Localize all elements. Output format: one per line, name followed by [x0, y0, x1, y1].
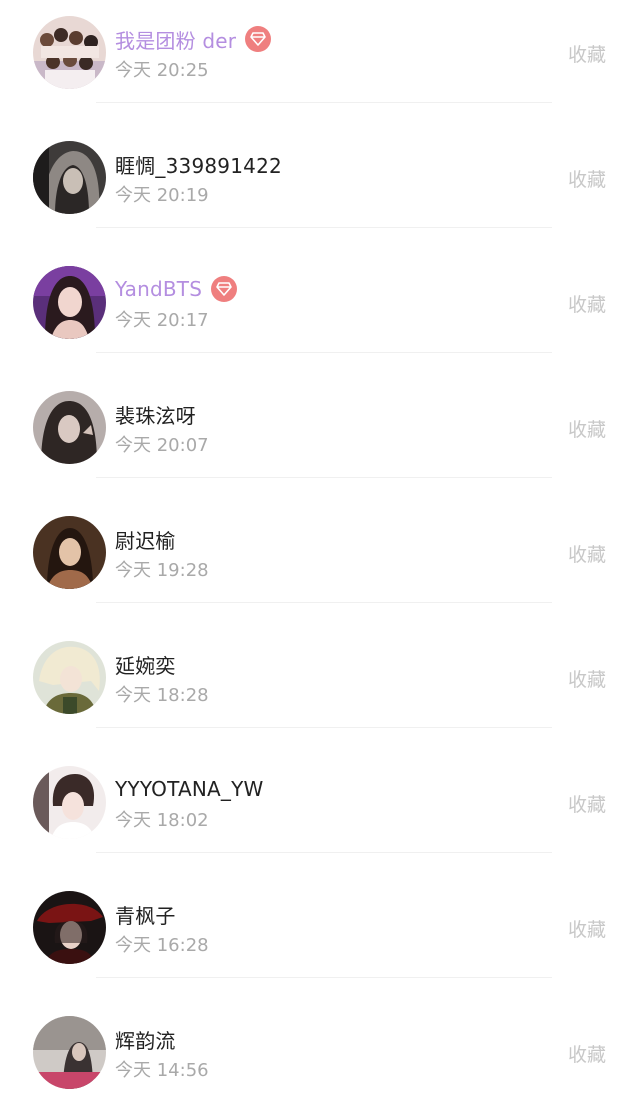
user-name-line: 尉迟榆	[115, 524, 176, 554]
avatar[interactable]	[33, 641, 106, 714]
list-item[interactable]: YYYOTANA_YW 今天 18:02 收藏	[0, 728, 640, 853]
avatar-image	[33, 266, 106, 339]
avatar[interactable]	[33, 766, 106, 839]
list-item[interactable]: 延婉奕 今天 18:28 收藏	[0, 603, 640, 728]
vip-diamond-icon	[245, 26, 272, 52]
follow-time: 今天 16:28	[115, 935, 209, 956]
favorite-button[interactable]: 收藏	[568, 1040, 606, 1067]
user-name-line: 裴珠泫呀	[115, 399, 196, 429]
user-name[interactable]: 尉迟榆	[115, 525, 176, 554]
favorite-button[interactable]: 收藏	[568, 40, 606, 67]
user-name-line: 我是团粉 der	[115, 24, 272, 54]
avatar-image	[33, 141, 106, 214]
follow-time: 今天 20:19	[115, 185, 209, 206]
avatar[interactable]	[33, 141, 106, 214]
user-name[interactable]: 延婉奕	[115, 650, 176, 679]
user-name[interactable]: YandBTS	[115, 277, 202, 301]
follow-time: 今天 19:28	[115, 560, 209, 581]
favorite-button[interactable]: 收藏	[568, 915, 606, 942]
avatar-image	[33, 641, 106, 714]
follow-time: 今天 20:25	[115, 60, 209, 81]
avatar-image	[33, 891, 106, 964]
avatar-image	[33, 766, 106, 839]
user-name-line: 睚惆_339891422	[115, 149, 282, 179]
favorite-button[interactable]: 收藏	[568, 415, 606, 442]
avatar[interactable]	[33, 1016, 106, 1089]
user-name[interactable]: 辉韵流	[115, 1025, 176, 1054]
avatar[interactable]	[33, 391, 106, 464]
avatar[interactable]	[33, 891, 106, 964]
avatar[interactable]	[33, 516, 106, 589]
favorite-button[interactable]: 收藏	[568, 665, 606, 692]
user-name-line: 青枫子	[115, 899, 176, 929]
avatar-image	[33, 16, 106, 89]
list-item[interactable]: YandBTS 今天 20:17 收藏	[0, 228, 640, 353]
user-name[interactable]: 裴珠泫呀	[115, 400, 196, 429]
user-name[interactable]: 睚惆_339891422	[115, 150, 282, 179]
user-name-line: 延婉奕	[115, 649, 176, 679]
list-item[interactable]: 尉迟榆 今天 19:28 收藏	[0, 478, 640, 603]
user-name-line: YandBTS	[115, 274, 238, 304]
follow-time: 今天 18:28	[115, 685, 209, 706]
follower-list: 我是团粉 der 今天 20:25 收藏 睚惆_339891422 今天 20:…	[0, 0, 640, 1091]
avatar-image	[33, 1016, 106, 1089]
favorite-button[interactable]: 收藏	[568, 540, 606, 567]
user-name-line: 辉韵流	[115, 1024, 176, 1054]
favorite-button[interactable]: 收藏	[568, 165, 606, 192]
follow-time: 今天 18:02	[115, 810, 209, 831]
follow-time: 今天 14:56	[115, 1060, 209, 1081]
user-name[interactable]: YYYOTANA_YW	[115, 777, 263, 801]
vip-diamond-icon	[211, 276, 238, 302]
follow-time: 今天 20:17	[115, 310, 209, 331]
user-name[interactable]: 青枫子	[115, 900, 176, 929]
user-name[interactable]: 我是团粉 der	[115, 25, 236, 54]
favorite-button[interactable]: 收藏	[568, 290, 606, 317]
follow-time: 今天 20:07	[115, 435, 209, 456]
avatar[interactable]	[33, 266, 106, 339]
list-item[interactable]: 我是团粉 der 今天 20:25 收藏	[0, 0, 640, 103]
avatar-image	[33, 516, 106, 589]
list-item[interactable]: 青枫子 今天 16:28 收藏	[0, 853, 640, 978]
avatar[interactable]	[33, 16, 106, 89]
list-item[interactable]: 辉韵流 今天 14:56 收藏	[0, 978, 640, 1103]
avatar-image	[33, 391, 106, 464]
favorite-button[interactable]: 收藏	[568, 790, 606, 817]
list-item[interactable]: 睚惆_339891422 今天 20:19 收藏	[0, 103, 640, 228]
list-item[interactable]: 裴珠泫呀 今天 20:07 收藏	[0, 353, 640, 478]
user-name-line: YYYOTANA_YW	[115, 774, 263, 804]
